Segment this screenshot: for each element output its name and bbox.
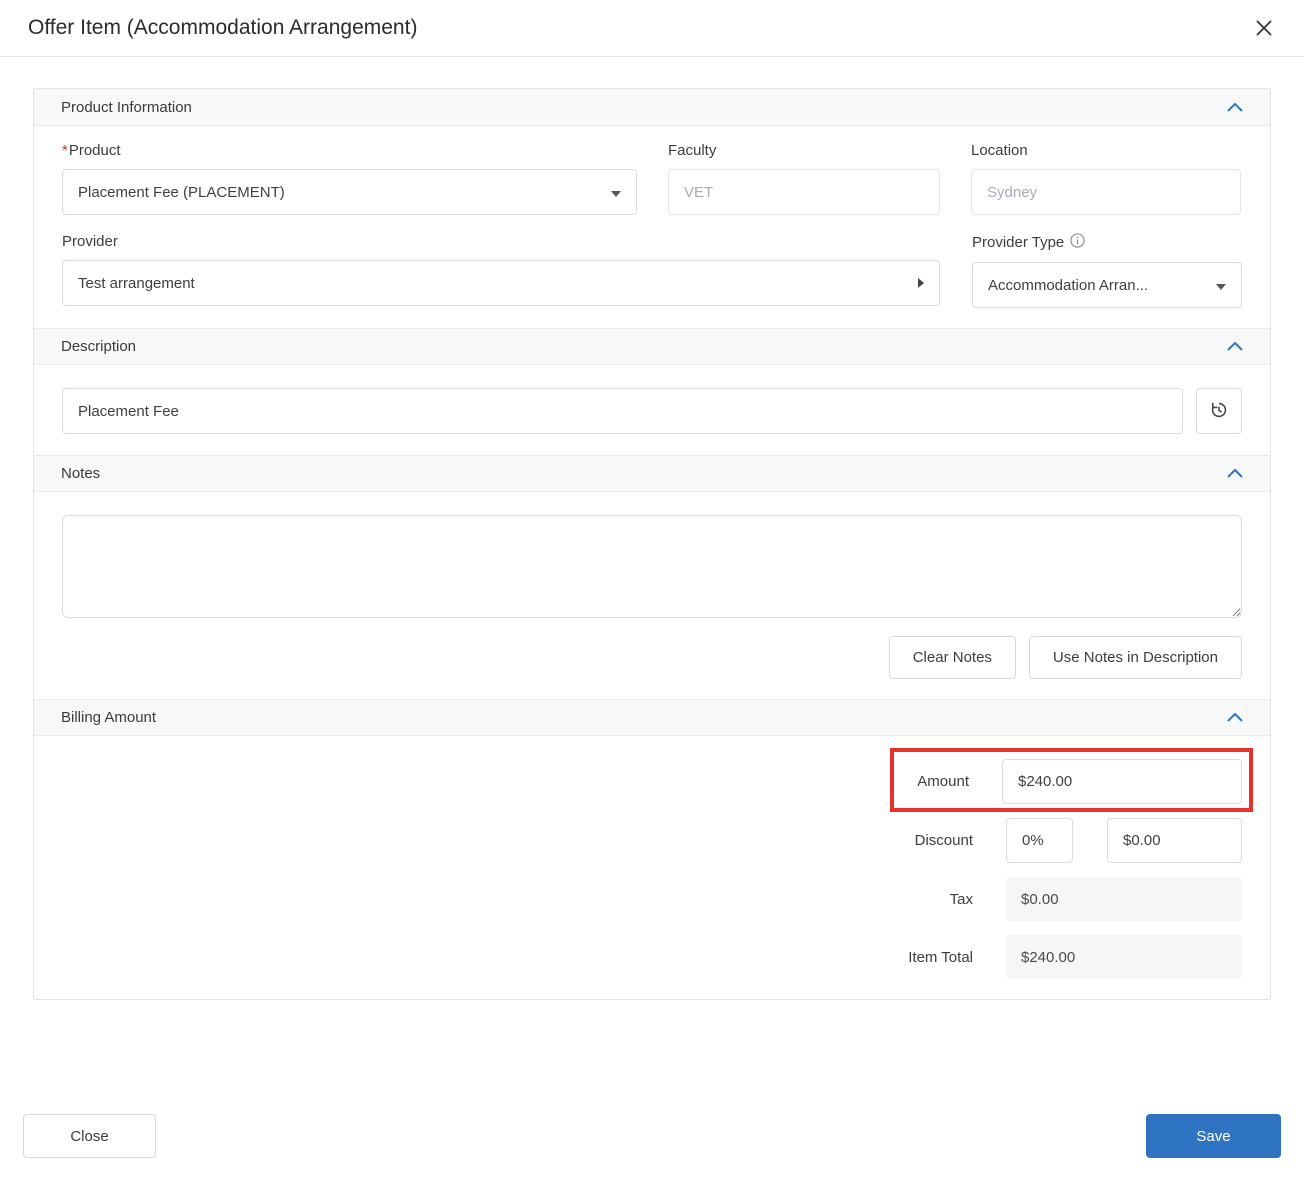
item-total-value: $240.00 xyxy=(1006,935,1242,979)
item-total-label: Item Total xyxy=(908,948,973,966)
provider-picker[interactable]: Test arrangement xyxy=(62,260,940,306)
caret-down-icon xyxy=(1216,277,1226,294)
section-header-notes[interactable]: Notes xyxy=(34,455,1270,492)
modal-title: Offer Item (Accommodation Arrangement) xyxy=(28,16,418,39)
product-label: *Product xyxy=(62,142,121,159)
info-icon[interactable] xyxy=(1070,233,1085,252)
modal-header: Offer Item (Accommodation Arrangement) xyxy=(0,0,1304,57)
provider-type-dropdown[interactable]: Accommodation Arran... xyxy=(972,262,1242,308)
section-product-information: Product Information *Product Placement F… xyxy=(34,89,1270,328)
item-total-row: Item Total $240.00 xyxy=(62,935,1242,979)
notes-button-row: Clear Notes Use Notes in Description xyxy=(62,636,1242,679)
section-description: Description xyxy=(34,328,1270,455)
chevron-up-icon[interactable] xyxy=(1227,102,1243,112)
close-icon[interactable] xyxy=(1250,14,1278,42)
save-button[interactable]: Save xyxy=(1146,1114,1281,1158)
product-value: Placement Fee (PLACEMENT) xyxy=(78,183,285,201)
arrow-right-icon xyxy=(918,275,924,292)
notes-content: Clear Notes Use Notes in Description xyxy=(34,492,1270,699)
faculty-field xyxy=(668,169,940,215)
product-information-content: *Product Placement Fee (PLACEMENT) Facul… xyxy=(34,126,1270,328)
section-header-product-information[interactable]: Product Information xyxy=(34,89,1270,126)
offer-item-panel: Product Information *Product Placement F… xyxy=(33,88,1271,1000)
faculty-label: Faculty xyxy=(668,142,717,159)
chevron-up-icon[interactable] xyxy=(1227,469,1243,478)
modal-footer: Close Save xyxy=(23,1114,1281,1158)
discount-label: Discount xyxy=(914,832,973,849)
chevron-up-icon[interactable] xyxy=(1227,342,1243,351)
location-field-group: Location xyxy=(971,142,1241,215)
billing-content: Amount Discount Tax $0.00 Item Total $24… xyxy=(34,736,1270,999)
section-header-description[interactable]: Description xyxy=(34,328,1270,365)
close-button[interactable]: Close xyxy=(23,1114,156,1158)
provider-label: Provider xyxy=(62,233,118,250)
description-input[interactable] xyxy=(62,388,1183,434)
provider-type-field-group: Provider Type Accommodation Arran... xyxy=(972,233,1242,308)
description-content xyxy=(34,365,1270,455)
provider-type-label: Provider Type xyxy=(972,233,1242,252)
discount-row: Discount xyxy=(62,818,1242,863)
restore-description-button[interactable] xyxy=(1196,388,1242,434)
section-title: Billing Amount xyxy=(61,709,157,726)
section-header-billing-amount[interactable]: Billing Amount xyxy=(34,699,1270,736)
product-dropdown[interactable]: Placement Fee (PLACEMENT) xyxy=(62,169,637,215)
product-field-group: *Product Placement Fee (PLACEMENT) xyxy=(62,142,637,215)
required-marker: * xyxy=(62,142,68,159)
discount-amount-input[interactable] xyxy=(1107,818,1242,863)
provider-value: Test arrangement xyxy=(78,274,195,292)
tax-value: $0.00 xyxy=(1006,877,1242,921)
location-label: Location xyxy=(971,142,1028,159)
location-field xyxy=(971,169,1241,215)
tax-label: Tax xyxy=(949,890,973,908)
faculty-field-group: Faculty xyxy=(668,142,940,215)
chevron-up-icon[interactable] xyxy=(1227,713,1243,722)
amount-row: Amount xyxy=(62,759,1242,804)
discount-percent-input[interactable] xyxy=(1006,818,1073,863)
notes-textarea[interactable] xyxy=(62,515,1242,618)
use-notes-in-description-button[interactable]: Use Notes in Description xyxy=(1028,636,1242,679)
clear-notes-button[interactable]: Clear Notes xyxy=(888,636,1016,679)
section-title: Notes xyxy=(61,465,101,482)
section-billing-amount: Billing Amount Amount Discount Tax $0.00 xyxy=(34,699,1270,999)
section-title: Description xyxy=(61,338,137,355)
history-restore-icon xyxy=(1208,399,1230,424)
section-notes: Notes Clear Notes Use Notes in Descripti… xyxy=(34,455,1270,699)
provider-type-value: Accommodation Arran... xyxy=(988,276,1149,294)
tax-row: Tax $0.00 xyxy=(62,877,1242,921)
section-title: Product Information xyxy=(61,98,192,116)
caret-down-icon xyxy=(611,184,621,201)
amount-input[interactable] xyxy=(1002,759,1242,804)
provider-field-group: Provider Test arrangement xyxy=(62,233,940,308)
amount-label: Amount xyxy=(917,773,969,790)
